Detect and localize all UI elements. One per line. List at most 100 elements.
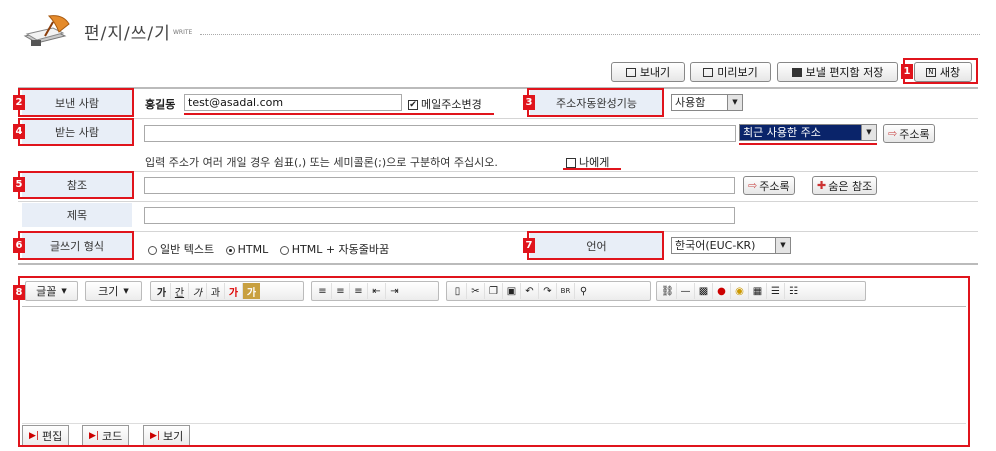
checkbox-icon <box>566 158 576 168</box>
arrow-right-icon: ⇨ <box>748 179 758 192</box>
italic-button[interactable]: 가 <box>189 283 207 299</box>
media-icon[interactable]: ◉ <box>731 283 749 299</box>
chevron-down-icon: ▼ <box>861 125 876 140</box>
annotation-badge-3: 3 <box>523 95 535 110</box>
title-divider <box>200 34 980 35</box>
annotation-badge-2: 2 <box>13 95 25 110</box>
annotation-badge-6: 6 <box>13 238 25 253</box>
annotation-underline-recent <box>739 143 877 145</box>
annotation-box-2 <box>18 88 134 117</box>
underline-button[interactable]: 간 <box>171 283 189 299</box>
undo-icon[interactable]: ↶ <box>521 283 539 299</box>
page-subtitle: WRITE <box>173 29 193 36</box>
envelope-icon <box>625 67 636 77</box>
cut-icon[interactable]: ✂ <box>467 283 485 299</box>
arrow-right-icon: ⇨ <box>888 127 898 140</box>
horizontal-rule-icon[interactable]: — <box>677 283 695 299</box>
plus-icon: ✚ <box>817 179 827 192</box>
save-to-outbox-button[interactable]: 보낼 편지함 저장 <box>777 62 898 82</box>
cc-addressbook-button[interactable]: ⇨ 주소록 <box>743 176 795 195</box>
redo-icon[interactable]: ↷ <box>539 283 557 299</box>
ordered-list-icon[interactable]: ☰ <box>767 283 785 299</box>
recent-address-select[interactable]: 최근 사용한 주소 ▼ <box>739 124 877 141</box>
annotation-box-5 <box>18 171 134 199</box>
edit-toolbar: ▯ ✂ ❐ ▣ ↶ ↷ BR ⚲ <box>446 281 651 301</box>
find-icon[interactable]: ⚲ <box>575 283 592 299</box>
paste-icon[interactable]: ▣ <box>503 283 521 299</box>
write-logo-icon <box>19 10 79 50</box>
link-icon[interactable]: ⛓ <box>659 283 677 299</box>
tab-view-label: 보기 <box>162 429 184 443</box>
outdent-icon[interactable]: ⇤ <box>368 283 386 299</box>
recent-address-value: 최근 사용한 주소 <box>743 126 821 139</box>
strikethrough-button[interactable]: 과 <box>207 283 225 299</box>
address-hint: 입력 주소가 여러 개일 경우 쉼표(,) 또는 세미콜론(;)으로 구분하여 … <box>145 156 498 169</box>
language-select[interactable]: 한국어(EUC-KR) ▼ <box>671 237 791 254</box>
preview-button[interactable]: 미리보기 <box>690 62 771 82</box>
format-plain-radio[interactable]: 일반 텍스트 <box>148 243 214 256</box>
sender-email-field[interactable]: test@asadal.com <box>184 94 402 111</box>
save-label: 보낼 편지함 저장 <box>805 66 884 79</box>
recipient-addressbook-button[interactable]: ⇨ 주소록 <box>883 124 935 143</box>
size-dropdown[interactable]: 크기 ▼ <box>85 281 142 301</box>
row-divider <box>18 118 978 119</box>
annotation-underline-sender <box>184 113 494 115</box>
font-color-button[interactable]: 가 <box>225 283 243 299</box>
radio-selected-icon <box>225 245 235 255</box>
send-button[interactable]: 보내기 <box>611 62 685 82</box>
play-icon: ▶| <box>89 430 99 441</box>
tab-view[interactable]: ▶| 보기 <box>143 425 191 445</box>
annotation-badge-7: 7 <box>523 238 535 253</box>
annotation-badge-4: 4 <box>13 124 25 139</box>
row-divider <box>18 171 978 172</box>
annotation-box-3 <box>527 88 664 117</box>
annotation-badge-8: 8 <box>13 285 25 300</box>
autocomplete-value: 사용함 <box>675 96 706 109</box>
tab-edit[interactable]: ▶| 편집 <box>22 425 70 445</box>
row-divider <box>18 201 978 202</box>
recipient-field[interactable] <box>144 125 736 142</box>
radio-icon <box>279 245 289 255</box>
line-break-icon[interactable]: BR <box>557 283 575 299</box>
subject-field[interactable] <box>144 207 735 224</box>
subject-label: 제목 <box>22 203 132 227</box>
annotation-box-4 <box>18 118 134 146</box>
unordered-list-icon[interactable]: ☷ <box>785 283 802 299</box>
new-document-icon[interactable]: ▯ <box>449 283 467 299</box>
bcc-label: 숨은 참조 <box>828 179 873 193</box>
autocomplete-select[interactable]: 사용함 ▼ <box>671 94 743 111</box>
addressbook-label: 주소록 <box>899 127 930 141</box>
send-label: 보내기 <box>639 66 671 79</box>
paragraph-toolbar: ≡ ≡ ≡ ⇤ ⇥ <box>311 281 439 301</box>
tab-code[interactable]: ▶| 코드 <box>82 425 130 445</box>
bcc-button[interactable]: ✚ 숨은 참조 <box>812 176 878 195</box>
chevron-down-icon: ▼ <box>775 238 790 253</box>
align-left-icon[interactable]: ≡ <box>314 283 332 299</box>
format-plain-label: 일반 텍스트 <box>160 243 215 256</box>
cc-addressbook-label: 주소록 <box>759 179 790 193</box>
size-label: 크기 <box>98 285 119 298</box>
bold-button[interactable]: 가 <box>153 283 171 299</box>
copy-icon[interactable]: ❐ <box>485 283 503 299</box>
change-address-checkbox[interactable]: ✔ 메일주소변경 <box>408 96 482 112</box>
editor-content-area[interactable] <box>22 306 966 424</box>
highlight-color-button[interactable]: 가 <box>243 283 260 299</box>
chevron-down-icon: ▼ <box>123 287 129 295</box>
check-icon: ✔ <box>408 100 418 110</box>
format-html-radio[interactable]: HTML <box>225 243 269 256</box>
insert-toolbar: ⛓ — ▩ ● ◉ ▦ ☰ ☷ <box>656 281 866 301</box>
cc-field[interactable] <box>144 177 735 194</box>
font-dropdown[interactable]: 글꼴 ▼ <box>25 281 78 301</box>
annotation-badge-1: 1 <box>901 64 913 79</box>
table-icon[interactable]: ▦ <box>749 283 767 299</box>
align-right-icon[interactable]: ≡ <box>350 283 368 299</box>
image-icon[interactable]: ▩ <box>695 283 713 299</box>
flash-icon[interactable]: ● <box>713 283 731 299</box>
chevron-down-icon: ▼ <box>727 95 742 110</box>
format-html-wrap-radio[interactable]: HTML + 자동줄바꿈 <box>279 243 389 256</box>
align-center-icon[interactable]: ≡ <box>332 283 350 299</box>
indent-icon[interactable]: ⇥ <box>386 283 403 299</box>
annotation-box-1 <box>903 58 978 84</box>
format-html-label: HTML <box>237 243 269 256</box>
row-divider <box>18 231 978 232</box>
